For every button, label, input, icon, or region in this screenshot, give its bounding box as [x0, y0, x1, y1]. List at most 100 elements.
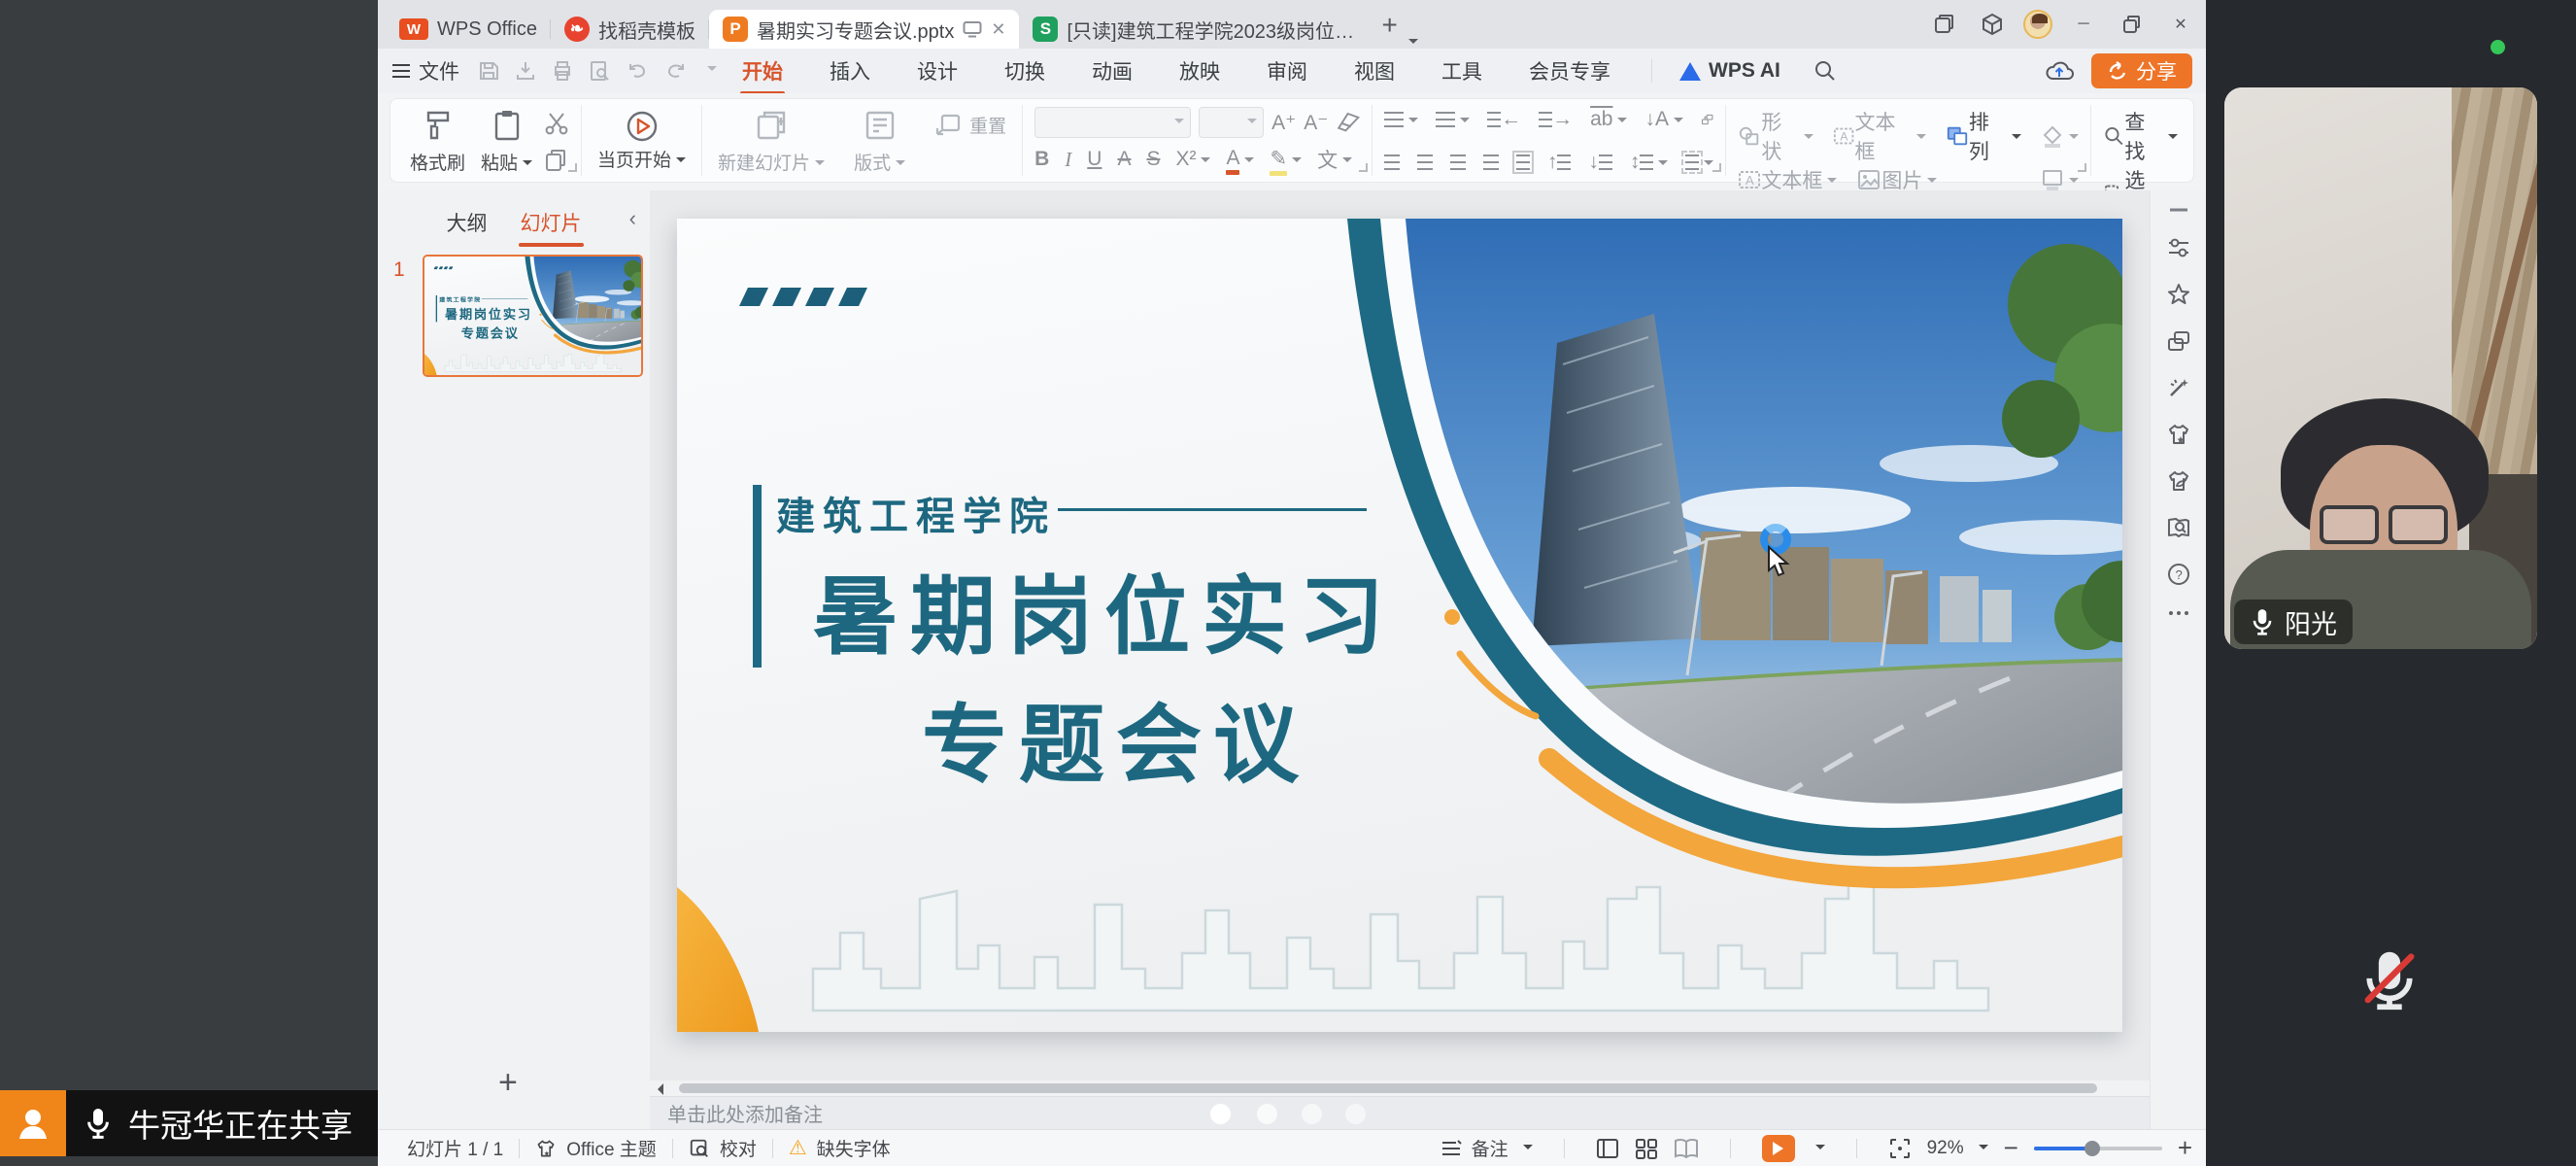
bold-button[interactable]: B — [1034, 148, 1049, 171]
quick-access-chevron-icon[interactable] — [707, 66, 717, 76]
play-from-current-button[interactable]: 当页开始 — [593, 107, 690, 174]
slide-1[interactable]: 建筑工程学院 暑期岗位实习 专题会议 — [677, 219, 2122, 1032]
italic-button[interactable]: I — [1065, 148, 1071, 172]
find-button[interactable]: 查找 — [2103, 107, 2178, 165]
textbox-button[interactable]: A 文本框 — [1833, 107, 1926, 165]
notes-placeholder[interactable]: 单击此处添加备注 — [667, 1099, 823, 1127]
menu-view[interactable]: 视图 — [1352, 49, 1397, 93]
theme-indicator[interactable]: Office 主题 — [535, 1135, 657, 1161]
collapse-panel-icon[interactable]: ‹ — [629, 206, 636, 231]
layout-button[interactable]: 版式 — [850, 107, 909, 177]
menu-design[interactable]: 设计 — [915, 49, 960, 93]
beautify-icon[interactable] — [2166, 468, 2191, 494]
restore-button[interactable] — [2115, 7, 2150, 42]
help-icon[interactable]: ? — [2166, 562, 2191, 587]
close-tab-icon[interactable]: ✕ — [991, 20, 1005, 38]
clipboard-dialog-launcher[interactable] — [568, 163, 577, 172]
paste-button[interactable]: 粘贴 — [477, 107, 536, 177]
print-preview-icon[interactable] — [588, 59, 611, 83]
undo-icon[interactable] — [625, 59, 650, 83]
menu-tools[interactable]: 工具 — [1440, 49, 1484, 93]
align-left-button[interactable] — [1384, 154, 1400, 170]
font-color-button[interactable]: A — [1226, 147, 1254, 172]
play-options-chevron-icon[interactable] — [1815, 1145, 1825, 1154]
zoom-slider-thumb[interactable] — [2085, 1141, 2100, 1156]
menu-insert[interactable]: 插入 — [828, 49, 872, 93]
add-slide-button[interactable]: + — [498, 1064, 518, 1102]
menu-home[interactable]: 开始 — [740, 49, 785, 93]
close-window-button[interactable]: ✕ — [2163, 7, 2198, 42]
tab-slides[interactable]: 幻灯片 — [519, 202, 584, 243]
minimize-button[interactable]: ─ — [2066, 7, 2101, 42]
copy-icon[interactable] — [544, 148, 569, 173]
font-size-select[interactable] — [1199, 107, 1264, 138]
font-name-select[interactable] — [1034, 107, 1191, 138]
strikethrough-button[interactable]: S — [1146, 148, 1160, 171]
shapes-button[interactable]: 形状 — [1738, 107, 1813, 165]
tab-wps-home[interactable]: W WPS Office — [386, 10, 551, 49]
webcam-video-tile[interactable]: 阳光 — [2224, 87, 2537, 649]
paragraph-dialog-launcher[interactable] — [1712, 163, 1721, 172]
editing-canvas[interactable]: 建筑工程学院 暑期岗位实习 专题会议 — [650, 190, 2150, 1080]
slide-college-text[interactable]: 建筑工程学院 — [776, 496, 1056, 538]
proofing-indicator[interactable]: 校对 — [689, 1135, 757, 1161]
slide-title-line1[interactable]: 暑期岗位实习 — [813, 566, 1396, 667]
menu-animation[interactable]: 动画 — [1090, 49, 1135, 93]
menu-member[interactable]: 会员专享 — [1527, 49, 1612, 93]
save-icon[interactable] — [477, 59, 500, 83]
align-center-button[interactable] — [1417, 154, 1433, 170]
menu-transition[interactable]: 切换 — [1002, 49, 1047, 93]
horizontal-scrollbar[interactable] — [650, 1080, 2150, 1096]
reset-button[interactable]: 重置 — [931, 107, 1010, 142]
slide-size-button[interactable] — [2041, 168, 2079, 191]
increase-font-button[interactable]: A⁺ — [1271, 111, 1296, 135]
notes-toggle[interactable]: 备注 — [1441, 1135, 1533, 1161]
clear-format-icon[interactable] — [1336, 110, 1360, 135]
format-painter-button[interactable]: 格式刷 — [406, 107, 469, 177]
zoom-in-button[interactable]: + — [2178, 1133, 2192, 1163]
new-slide-button[interactable]: 新建幻灯片 — [714, 107, 829, 177]
wps-ai-button[interactable]: WPS AI — [1651, 59, 1780, 83]
scrollbar-thumb[interactable] — [679, 1083, 2097, 1093]
print-icon[interactable] — [551, 59, 574, 83]
tab-readonly-sheet[interactable]: S [只读]建筑工程学院2023级岗位实习 — [1019, 10, 1372, 49]
collapse-strip-icon[interactable] — [2168, 206, 2189, 214]
properties-sliders-icon[interactable] — [2166, 235, 2191, 260]
share-button[interactable]: 分享 — [2091, 53, 2192, 88]
design-theme-icon[interactable] — [2166, 422, 2191, 447]
char-spacing-button[interactable]: A — [1117, 148, 1131, 171]
slide-title-line2[interactable]: 专题会议 — [922, 694, 1310, 795]
zoom-slider[interactable] — [2034, 1147, 2162, 1150]
reading-view-icon[interactable] — [1674, 1138, 1699, 1159]
zoom-out-button[interactable]: − — [2004, 1133, 2018, 1163]
menu-review[interactable]: 审阅 — [1265, 49, 1309, 93]
zoom-level[interactable]: 92% — [1927, 1138, 1988, 1159]
slide-thumbnail[interactable] — [423, 255, 643, 377]
redo-icon[interactable] — [663, 59, 689, 83]
normal-view-icon[interactable] — [1596, 1138, 1619, 1159]
tab-outline[interactable]: 大纲 — [445, 202, 490, 243]
tab-presentation-active[interactable]: P 暑期实习专题会议.pptx ✕ — [709, 10, 1019, 49]
align-objects-button[interactable] — [1685, 154, 1713, 170]
line-spacing-up-button[interactable]: ↑ — [1547, 151, 1572, 174]
cut-icon[interactable] — [544, 111, 569, 136]
distribute-text-button[interactable] — [1516, 154, 1530, 170]
tab-list-chevron-icon[interactable] — [1408, 39, 1418, 49]
font-dialog-launcher[interactable] — [1359, 163, 1368, 172]
numbered-list-button[interactable] — [1436, 112, 1470, 127]
scroll-left-arrow-icon[interactable] — [658, 1083, 663, 1095]
highlight-color-button[interactable]: ✎ — [1270, 147, 1302, 173]
missing-font-warning[interactable]: ⚠ 缺失字体 — [789, 1135, 891, 1161]
workspace-icon[interactable] — [1926, 7, 1961, 42]
superscript-button[interactable]: X² — [1175, 148, 1210, 171]
favorites-star-icon[interactable] — [2166, 282, 2191, 307]
text-direction-button[interactable]: ab — [1590, 108, 1627, 131]
play-slideshow-button[interactable] — [1762, 1135, 1795, 1162]
phonetic-guide-button[interactable]: 文 — [1317, 145, 1352, 174]
decrease-indent-button[interactable]: ← — [1487, 108, 1521, 131]
insert-dialog-launcher[interactable] — [2078, 163, 2086, 172]
new-tab-button[interactable]: + — [1381, 10, 1397, 41]
bullet-list-button[interactable] — [1384, 112, 1418, 127]
tab-docer-templates[interactable]: ❧ 找稻壳模板 — [551, 10, 709, 49]
cloud-upload-icon[interactable] — [2045, 59, 2074, 83]
